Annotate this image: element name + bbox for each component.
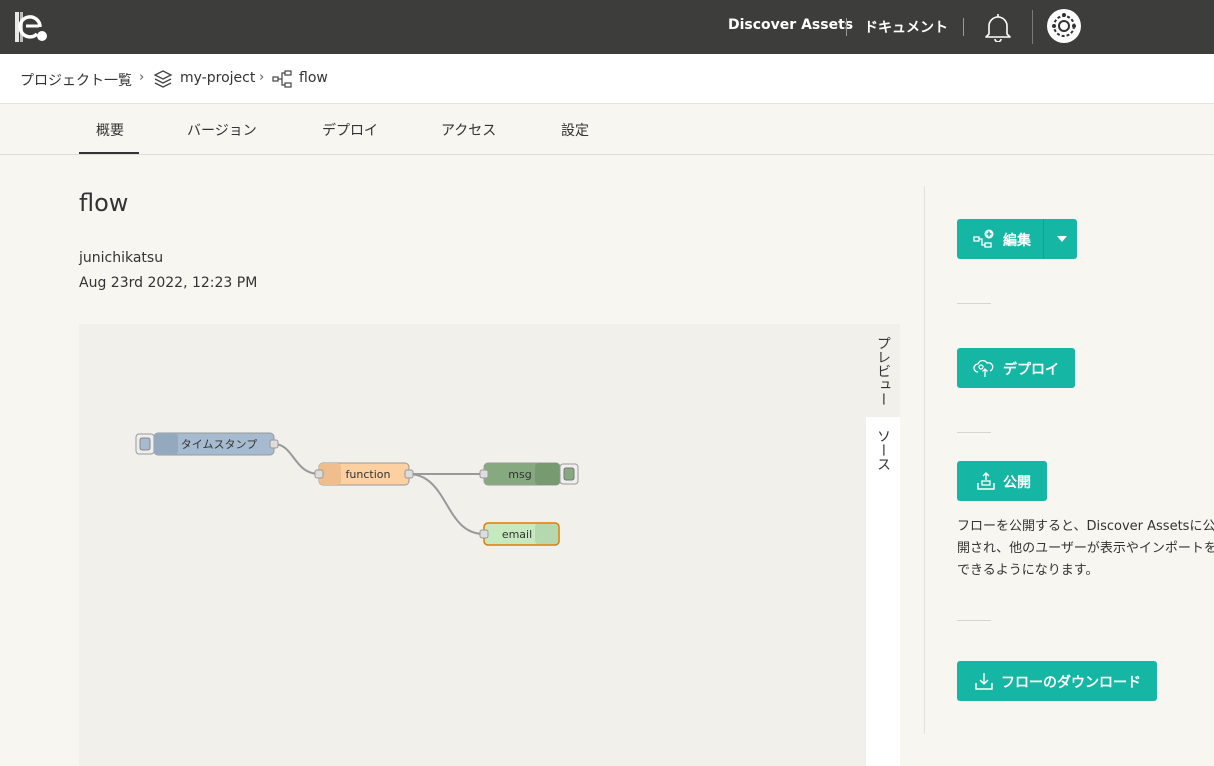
flow-node-function[interactable]: function <box>314 462 414 486</box>
publish-button[interactable]: 公開 <box>957 461 1047 501</box>
flow-node-label: function <box>346 468 391 481</box>
download-icon <box>975 673 993 690</box>
flow-date: Aug 23rd 2022, 12:23 PM <box>79 275 258 291</box>
breadcrumb-separator: › <box>259 70 265 85</box>
publish-description: フローを公開すると、Discover Assetsに公開され、他のユーザーが表示… <box>957 519 1214 578</box>
bell-icon[interactable] <box>984 12 1012 42</box>
flow-icon <box>272 70 292 88</box>
breadcrumb-separator: › <box>139 70 145 85</box>
cloud-deploy-icon <box>973 359 994 377</box>
layers-icon <box>153 70 173 88</box>
tab-access[interactable]: アクセス <box>441 120 496 140</box>
panel-divider <box>924 186 925 734</box>
header-divider <box>963 18 964 36</box>
tab-preview[interactable]: プレビュー <box>866 324 900 417</box>
chevron-down-icon[interactable] <box>1057 236 1067 242</box>
flow-node-inject[interactable]: タイムスタンプ <box>135 432 279 456</box>
flow-edit-icon <box>973 229 994 248</box>
publish-icon <box>977 472 995 490</box>
documents-link[interactable]: ドキュメント <box>864 17 948 37</box>
page-title: flow <box>79 189 129 217</box>
tab-source[interactable]: ソース <box>866 417 900 766</box>
flow-node-label: msg <box>508 468 531 481</box>
top-header: Discover Assets ドキュメント <box>0 0 1214 54</box>
edit-button[interactable]: 編集 <box>957 219 1077 259</box>
flow-node-label: タイムスタンプ <box>181 438 257 451</box>
deploy-button[interactable]: デプロイ <box>957 348 1075 388</box>
section-divider <box>957 303 991 304</box>
app-logo[interactable] <box>14 11 48 43</box>
header-divider <box>846 18 847 36</box>
split-divider <box>1043 219 1044 259</box>
active-tab-indicator <box>79 152 139 154</box>
breadcrumb: プロジェクト一覧 › my-project › flow <box>0 54 1214 104</box>
tab-overview[interactable]: 概要 <box>96 120 124 140</box>
flow-node-email[interactable]: email <box>479 522 560 546</box>
tab-deploy[interactable]: デプロイ <box>322 120 378 140</box>
header-divider <box>1032 10 1033 44</box>
tab-settings[interactable]: 設定 <box>561 120 589 140</box>
tab-bar: 概要 バージョン デプロイ アクセス 設定 <box>0 104 1214 155</box>
breadcrumb-flow: flow <box>299 70 328 86</box>
breadcrumb-project[interactable]: my-project <box>180 70 255 86</box>
flow-node-debug[interactable]: msg <box>479 462 579 486</box>
flow-author: junichikatsu <box>79 250 164 266</box>
discover-assets-link[interactable]: Discover Assets <box>728 17 853 33</box>
edit-button-label: 編集 <box>1003 233 1031 249</box>
deploy-button-label: デプロイ <box>1003 362 1059 378</box>
flow-wire <box>273 443 320 475</box>
flow-preview-canvas[interactable]: タイムスタンプ function msg email <box>79 324 866 766</box>
download-flow-button-label: フローのダウンロード <box>1001 675 1141 691</box>
section-divider <box>957 620 991 621</box>
avatar[interactable] <box>1047 9 1081 43</box>
section-divider <box>957 432 991 433</box>
flow-node-label: email <box>502 528 532 541</box>
flow-wire <box>407 473 485 535</box>
publish-button-label: 公開 <box>1003 475 1031 491</box>
flow-diagram: タイムスタンプ function msg email <box>135 432 579 546</box>
breadcrumb-projects[interactable]: プロジェクト一覧 <box>20 70 132 90</box>
tab-versions[interactable]: バージョン <box>187 120 257 140</box>
download-flow-button[interactable]: フローのダウンロード <box>957 661 1157 701</box>
